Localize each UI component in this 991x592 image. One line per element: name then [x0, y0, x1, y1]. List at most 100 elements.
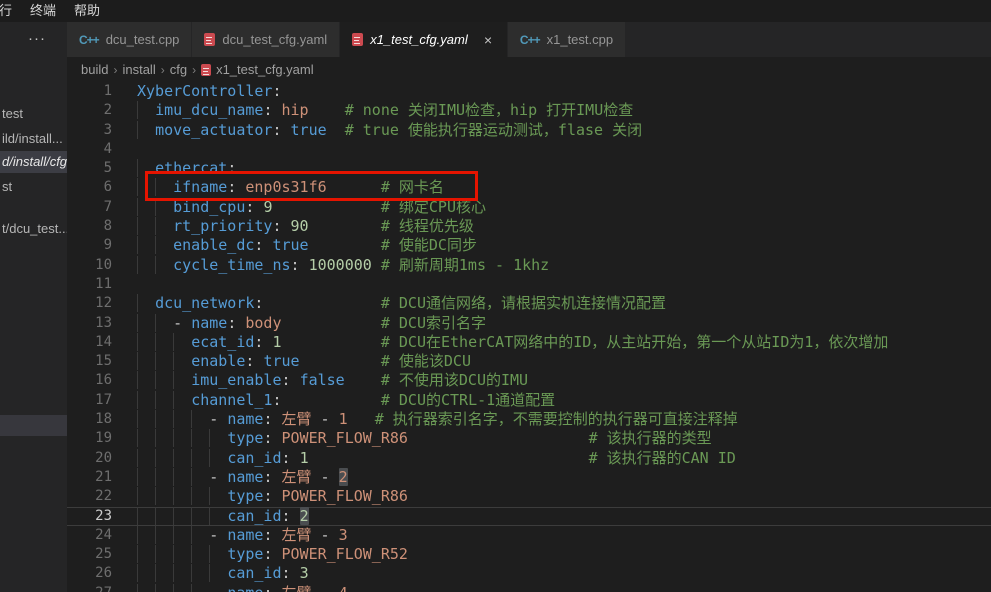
line-number: 24 — [67, 526, 112, 545]
code-line-content — [137, 140, 991, 159]
tab-dcu_test.cpp[interactable]: C++ dcu_test.cpp — [67, 22, 191, 57]
code-line[interactable]: 8 rt_priority: 90 # 线程优先级 — [67, 217, 991, 236]
cpp-icon: C++ — [79, 33, 99, 47]
code-line[interactable]: 25 type: POWER_FLOW_R52 — [67, 545, 991, 564]
tab-label: dcu_test_cfg.yaml — [222, 32, 327, 47]
code-line[interactable]: 4 — [67, 140, 991, 159]
code-line-content: ethercat: — [137, 159, 991, 178]
code-line-content: move_actuator: true # true 使能执行器运动测试，fla… — [137, 121, 991, 140]
sidebar-file-item[interactable]: test — [0, 103, 67, 125]
line-number: 12 — [67, 294, 112, 313]
line-number: 5 — [67, 159, 112, 178]
code-line-content: - name: 左臂 - 1 # 执行器索引名字，不需要控制的执行器可直接注释掉 — [137, 410, 991, 429]
breadcrumb-item[interactable]: install — [122, 62, 155, 77]
tab-dcu_test_cfg.yaml[interactable]: dcu_test_cfg.yaml — [192, 22, 339, 57]
code-line[interactable]: 15 enable: true # 使能该DCU — [67, 352, 991, 371]
code-line-content: ifname: enp0s31f6 # 网卡名 — [137, 178, 991, 197]
line-number: 14 — [67, 333, 112, 352]
sidebar-file-list: ··· test ild/install...d/install/cfg st t/d… — [0, 22, 67, 592]
code-line[interactable]: 12 dcu_network: # DCU通信网络，请根据实机连接情况配置 — [67, 294, 991, 313]
code-line[interactable]: 7 bind_cpu: 9 # 绑定CPU核心 — [67, 198, 991, 217]
line-number: 20 — [67, 449, 112, 468]
code-line[interactable]: 2 imu_dcu_name: hip # none 关闭IMU检查，hip 打… — [67, 101, 991, 120]
vscode-window: 行终端帮助 ··· test ild/install...d/install/cf… — [0, 0, 991, 592]
breadcrumb-item[interactable]: cfg — [170, 62, 187, 77]
code-line-content: ecat_id: 1 # DCU在EtherCAT网络中的ID，从主站开始，第一… — [137, 333, 991, 352]
more-actions-icon[interactable]: ··· — [28, 30, 46, 47]
code-line[interactable]: 3 move_actuator: true # true 使能执行器运动测试，f… — [67, 121, 991, 140]
code-line[interactable]: 9 enable_dc: true # 使能DC同步 — [67, 236, 991, 255]
chevron-right-icon: › — [192, 63, 196, 77]
code-line[interactable]: 16 imu_enable: false # 不使用该DCU的IMU — [67, 371, 991, 390]
chevron-right-icon: › — [161, 63, 165, 77]
breadcrumb-file[interactable]: x1_test_cfg.yaml — [216, 62, 314, 77]
line-number: 26 — [67, 564, 112, 583]
tab-bar: C++ dcu_test.cpp dcu_test_cfg.yaml x1_test_… — [67, 22, 991, 57]
code-line-content: - name: 左臂 - 2 — [137, 468, 991, 487]
code-line[interactable]: 23 can_id: 2 — [67, 507, 991, 526]
code-line[interactable]: 6 ifname: enp0s31f6 # 网卡名 — [67, 178, 991, 197]
tab-x1_test.cpp[interactable]: C++x1_test.cpp — [508, 22, 625, 57]
yaml-icon — [352, 33, 363, 46]
line-number: 19 — [67, 429, 112, 448]
line-number: 4 — [67, 140, 112, 159]
code-line-content: type: POWER_FLOW_R86 — [137, 487, 991, 506]
tab-x1_test_cfg.yaml[interactable]: x1_test_cfg.yaml × — [340, 22, 507, 57]
menu-bar: 行终端帮助 — [0, 0, 991, 22]
yaml-icon — [204, 33, 215, 46]
code-line-content: bind_cpu: 9 # 绑定CPU核心 — [137, 198, 991, 217]
code-line[interactable]: 21 - name: 左臂 - 2 — [67, 468, 991, 487]
line-number: 7 — [67, 198, 112, 217]
breadcrumb-item[interactable]: build — [81, 62, 108, 77]
code-line-content: enable: true # 使能该DCU — [137, 352, 991, 371]
code-line-content: enable_dc: true # 使能DC同步 — [137, 236, 991, 255]
menu-item-0[interactable]: 行 — [0, 0, 21, 22]
line-number: 27 — [67, 584, 112, 592]
line-number: 15 — [67, 352, 112, 371]
code-line[interactable]: 5 ethercat: — [67, 159, 991, 178]
sidebar-highlight-row — [0, 415, 67, 436]
code-line[interactable]: 11 — [67, 275, 991, 294]
code-line[interactable]: 22 type: POWER_FLOW_R86 — [67, 487, 991, 506]
line-number: 8 — [67, 217, 112, 236]
code-line[interactable]: 10 cycle_time_ns: 1000000 # 刷新周期1ms - 1k… — [67, 256, 991, 275]
code-line-content: XyberController: — [137, 82, 991, 101]
menu-item-1[interactable]: 终端 — [21, 0, 65, 22]
code-line[interactable]: 19 type: POWER_FLOW_R86 # 该执行器的类型 — [67, 429, 991, 448]
code-line[interactable]: 20 can_id: 1 # 该执行器的CAN ID — [67, 449, 991, 468]
line-number: 13 — [67, 314, 112, 333]
breadcrumb: build›install›cfg›x1_test_cfg.yaml — [67, 57, 991, 82]
close-icon[interactable]: × — [481, 32, 495, 48]
code-line-content: can_id: 2 — [137, 507, 991, 526]
line-number: 9 — [67, 236, 112, 255]
code-line[interactable]: 26 can_id: 3 — [67, 564, 991, 583]
line-number: 23 — [67, 507, 112, 526]
code-line[interactable]: 27 - name: 左臂 - 4 — [67, 584, 991, 592]
code-line-content: dcu_network: # DCU通信网络，请根据实机连接情况配置 — [137, 294, 991, 313]
code-editor[interactable]: 1 XyberController:2 imu_dcu_name: hip # n… — [67, 82, 991, 592]
line-number: 17 — [67, 391, 112, 410]
line-number: 21 — [67, 468, 112, 487]
line-number: 16 — [67, 371, 112, 390]
menu-item-2[interactable]: 帮助 — [65, 0, 109, 22]
sidebar-file-item[interactable]: ild/install... — [0, 128, 67, 150]
code-line-content: type: POWER_FLOW_R52 — [137, 545, 991, 564]
code-line[interactable]: 24 - name: 左臂 - 3 — [67, 526, 991, 545]
line-number: 3 — [67, 121, 112, 140]
code-line[interactable]: 18 - name: 左臂 - 1 # 执行器索引名字，不需要控制的执行器可直接… — [67, 410, 991, 429]
code-line[interactable]: 13 - name: body # DCU索引名字 — [67, 314, 991, 333]
tab-label: x1_test_cfg.yaml — [370, 32, 468, 47]
line-number: 22 — [67, 487, 112, 506]
line-number: 1 — [67, 82, 112, 101]
sidebar-file-item[interactable]: d/install/cfg — [0, 151, 67, 173]
sidebar-file-item[interactable]: st — [0, 176, 67, 198]
tab-label: dcu_test.cpp — [106, 32, 180, 47]
code-line-content: type: POWER_FLOW_R86 # 该执行器的类型 — [137, 429, 991, 448]
code-line-content: - name: 左臂 - 4 — [137, 584, 991, 592]
code-line[interactable]: 14 ecat_id: 1 # DCU在EtherCAT网络中的ID，从主站开始… — [67, 333, 991, 352]
line-number: 10 — [67, 256, 112, 275]
sidebar-file-item[interactable]: t/dcu_test... — [0, 218, 67, 240]
code-line[interactable]: 17 channel_1: # DCU的CTRL-1通道配置 — [67, 391, 991, 410]
line-number: 18 — [67, 410, 112, 429]
code-line[interactable]: 1 XyberController: — [67, 82, 991, 101]
